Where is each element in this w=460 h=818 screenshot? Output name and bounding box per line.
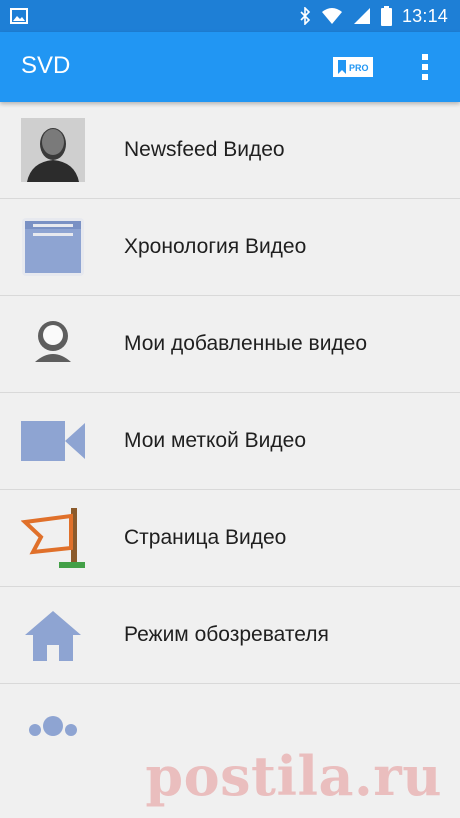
list-item-label: Хронология Видео bbox=[124, 235, 307, 258]
list-item-label: Мои добавленные видео bbox=[124, 332, 368, 355]
list-item-my-uploaded[interactable]: Мои добавленные видео bbox=[0, 296, 460, 393]
profile-photo bbox=[21, 118, 85, 182]
bluetooth-icon bbox=[300, 7, 311, 25]
list-item-timeline[interactable]: Хронология Видео bbox=[0, 199, 460, 296]
image-icon bbox=[10, 8, 28, 24]
list-item-browser-mode[interactable]: Режим обозревателя bbox=[0, 587, 460, 684]
list-item-newsfeed[interactable]: Newsfeed Видео bbox=[0, 102, 460, 199]
status-bar: 13:14 bbox=[0, 0, 460, 32]
pro-badge-label: PRO bbox=[349, 63, 369, 73]
app-title: SVD bbox=[21, 52, 71, 79]
status-time: 13:14 bbox=[401, 5, 448, 26]
home-icon bbox=[25, 611, 81, 661]
list-item-label: Страница Видео bbox=[124, 526, 287, 549]
list-item-label: Мои меткой Видео bbox=[124, 429, 307, 452]
wifi-icon bbox=[321, 8, 342, 24]
watermark: postila.ru bbox=[145, 744, 442, 808]
group-icon bbox=[29, 716, 77, 736]
list-item-page-videos[interactable]: Страница Видео bbox=[0, 490, 460, 587]
signal-icon bbox=[353, 8, 370, 24]
user-icon bbox=[35, 321, 71, 362]
flag-icon bbox=[21, 508, 85, 568]
menu-list: Newsfeed Видео Хронология Видео Мои доба… bbox=[0, 102, 460, 754]
video-camera-icon bbox=[21, 421, 85, 461]
list-item-label: Newsfeed Видео bbox=[124, 138, 285, 161]
battery-icon bbox=[380, 6, 392, 26]
app-bar: SVD PRO bbox=[0, 32, 460, 102]
list-item-my-tagged[interactable]: Мои меткой Видео bbox=[0, 393, 460, 490]
list-item-label: Режим обозревателя bbox=[124, 623, 329, 646]
pro-badge-icon[interactable]: PRO bbox=[333, 57, 373, 77]
more-vert-icon[interactable] bbox=[414, 50, 436, 84]
timeline-icon bbox=[22, 218, 84, 276]
